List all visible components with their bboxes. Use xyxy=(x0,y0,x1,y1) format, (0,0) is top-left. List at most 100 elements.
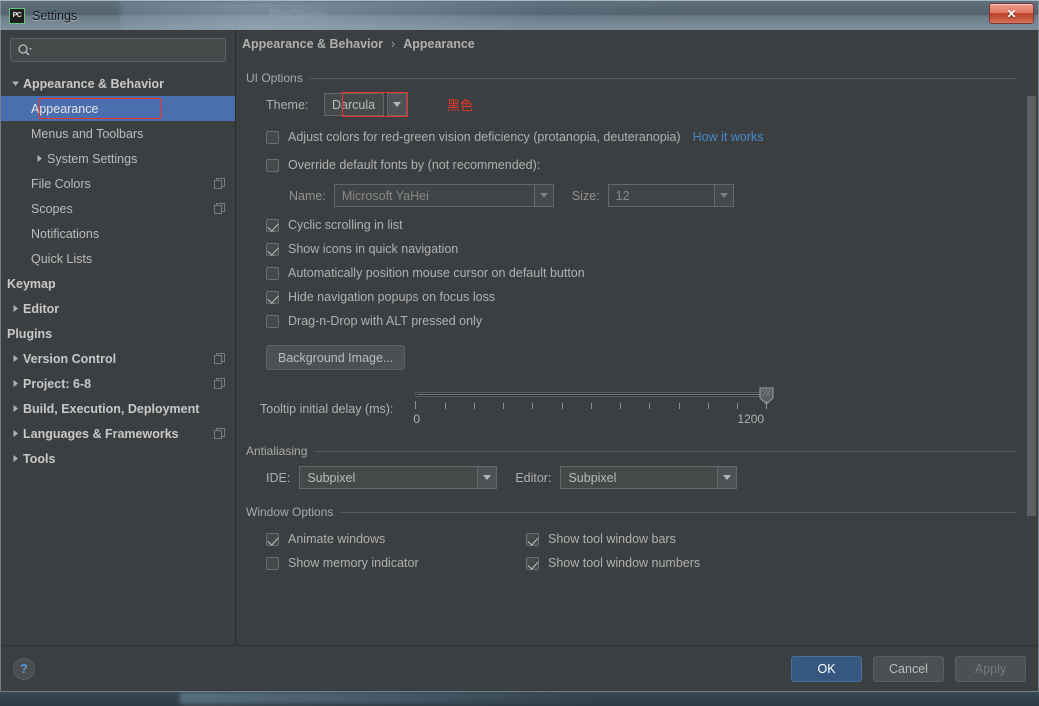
breadcrumb-root[interactable]: Appearance & Behavior xyxy=(242,37,383,51)
antialiasing-editor-label: Editor: xyxy=(515,471,551,485)
slider-tick xyxy=(620,403,621,409)
copy-icon xyxy=(214,378,225,389)
window-option-left-checkbox[interactable] xyxy=(266,557,279,570)
background-image-button[interactable]: Background Image... xyxy=(266,345,405,370)
group-divider xyxy=(340,512,1016,513)
window-option-left-row: Show memory indicator xyxy=(266,551,526,575)
desktop-taskbar-streak xyxy=(180,692,600,704)
scrollbar-thumb[interactable] xyxy=(1027,96,1036,516)
ui-option-checkbox[interactable] xyxy=(266,315,279,328)
window-title: Settings xyxy=(32,9,77,23)
sidebar-item-appearance[interactable]: Appearance xyxy=(1,96,235,121)
ui-option-row: Drag-n-Drop with ALT pressed only xyxy=(266,309,1016,333)
antialiasing-editor-select[interactable]: Subpixel xyxy=(560,466,737,489)
antialiasing-ide-arrow[interactable] xyxy=(477,466,497,489)
ui-option-checkbox[interactable] xyxy=(266,267,279,280)
help-glyph: ? xyxy=(20,661,28,676)
how-it-works-link[interactable]: How it works xyxy=(693,130,764,144)
breadcrumb-current: Appearance xyxy=(403,37,475,51)
ui-option-row: Hide navigation popups on focus loss xyxy=(266,285,1016,309)
antialiasing-ide-select[interactable]: Subpixel xyxy=(299,466,497,489)
sidebar-item-languages-frameworks[interactable]: Languages & Frameworks xyxy=(1,421,235,446)
slider-tick xyxy=(445,403,446,409)
chevron-right-icon[interactable] xyxy=(7,379,23,388)
sidebar-item-build-execution-deployment[interactable]: Build, Execution, Deployment xyxy=(1,396,235,421)
copy-icon xyxy=(214,378,225,389)
sidebar-item-plugins[interactable]: Plugins xyxy=(1,321,235,346)
apply-button[interactable]: Apply xyxy=(955,656,1026,682)
copy-icon xyxy=(214,353,225,364)
appearance-settings-panel: UI Options Theme: Darcula 黑色 xyxy=(236,58,1024,645)
override-fonts-checkbox[interactable] xyxy=(266,159,279,172)
ui-option-checkbox[interactable] xyxy=(266,243,279,256)
tooltip-delay-row: Tooltip initial delay (ms): xyxy=(260,384,1016,430)
font-size-select[interactable]: 12 xyxy=(608,184,734,207)
window-options-right-column: Show tool window barsShow tool window nu… xyxy=(526,527,700,575)
override-fonts-row: Override default fonts by (not recommend… xyxy=(266,153,1016,177)
tooltip-delay-slider[interactable]: 0 1200 xyxy=(415,384,775,430)
slider-tick xyxy=(532,403,533,409)
theme-select[interactable]: Darcula xyxy=(324,93,407,116)
close-glyph: ✕ xyxy=(1006,8,1016,20)
window-option-right-checkbox[interactable] xyxy=(526,533,539,546)
tooltip-delay-label: Tooltip initial delay (ms): xyxy=(260,402,393,416)
sidebar-item-scopes[interactable]: Scopes xyxy=(1,196,235,221)
search-icon xyxy=(17,43,32,58)
sidebar-item-label: Version Control xyxy=(23,352,116,366)
chevron-right-icon[interactable] xyxy=(7,354,23,363)
slider-tick xyxy=(474,403,475,409)
search-box[interactable] xyxy=(10,38,226,62)
sidebar-item-version-control[interactable]: Version Control xyxy=(1,346,235,371)
sidebar-item-project-6-8[interactable]: Project: 6-8 xyxy=(1,371,235,396)
antialiasing-ide-label: IDE: xyxy=(266,471,290,485)
font-name-arrow[interactable] xyxy=(534,184,554,207)
sidebar-item-editor[interactable]: Editor xyxy=(1,296,235,321)
search-input[interactable] xyxy=(35,43,219,57)
ui-option-checkbox[interactable] xyxy=(266,219,279,232)
close-icon[interactable]: ✕ xyxy=(989,3,1034,24)
ui-options-checkbox-list: Cyclic scrolling in listShow icons in qu… xyxy=(266,213,1016,333)
theme-select-arrow[interactable] xyxy=(387,93,407,116)
chevron-right-icon[interactable] xyxy=(31,154,47,163)
sidebar-item-notifications[interactable]: Notifications xyxy=(1,221,235,246)
copy-icon xyxy=(214,203,225,214)
chevron-right-icon[interactable] xyxy=(7,404,23,413)
sidebar-item-menus-and-toolbars[interactable]: Menus and Toolbars xyxy=(1,121,235,146)
antialiasing-header: Antialiasing xyxy=(244,444,1016,458)
chevron-right-icon[interactable] xyxy=(7,429,23,438)
sidebar-item-system-settings[interactable]: System Settings xyxy=(1,146,235,171)
ui-option-checkbox[interactable] xyxy=(266,291,279,304)
antialiasing-editor-arrow[interactable] xyxy=(717,466,737,489)
window-option-left-checkbox[interactable] xyxy=(266,533,279,546)
window-option-right-checkbox[interactable] xyxy=(526,557,539,570)
font-size-arrow[interactable] xyxy=(714,184,734,207)
sidebar-item-quick-lists[interactable]: Quick Lists xyxy=(1,246,235,271)
window-titlebar[interactable]: PhpStorm PC Settings ✕ xyxy=(0,0,1039,30)
font-size-label: Size: xyxy=(572,189,600,203)
ok-button[interactable]: OK xyxy=(791,656,862,682)
sidebar-item-label: Quick Lists xyxy=(31,252,92,266)
chevron-down-icon[interactable] xyxy=(7,79,23,88)
help-icon[interactable]: ? xyxy=(13,658,35,680)
font-row: Name: Microsoft YaHei Size: 12 xyxy=(289,184,1016,207)
sidebar-item-keymap[interactable]: Keymap xyxy=(1,271,235,296)
window-options-header: Window Options xyxy=(244,505,1016,519)
copy-icon xyxy=(214,203,225,214)
ui-option-label: Hide navigation popups on focus loss xyxy=(288,290,495,304)
pycharm-icon: PC xyxy=(9,8,25,24)
chevron-right-icon[interactable] xyxy=(7,454,23,463)
adjust-colors-checkbox[interactable] xyxy=(266,131,279,144)
antialiasing-title: Antialiasing xyxy=(246,444,307,458)
ui-option-row: Cyclic scrolling in list xyxy=(266,213,1016,237)
sidebar-item-tools[interactable]: Tools xyxy=(1,446,235,471)
theme-select-value: Darcula xyxy=(324,93,384,116)
window-option-right-row: Show tool window bars xyxy=(526,527,700,551)
sidebar-item-appearance-behavior[interactable]: Appearance & Behavior xyxy=(1,71,235,96)
cancel-button[interactable]: Cancel xyxy=(873,656,944,682)
main-panel-scrollbar[interactable] xyxy=(1024,58,1038,645)
sidebar-item-label: System Settings xyxy=(47,152,137,166)
sidebar-item-file-colors[interactable]: File Colors xyxy=(1,171,235,196)
chevron-right-icon[interactable] xyxy=(7,304,23,313)
font-name-select[interactable]: Microsoft YaHei xyxy=(334,184,554,207)
ui-option-label: Drag-n-Drop with ALT pressed only xyxy=(288,314,482,328)
